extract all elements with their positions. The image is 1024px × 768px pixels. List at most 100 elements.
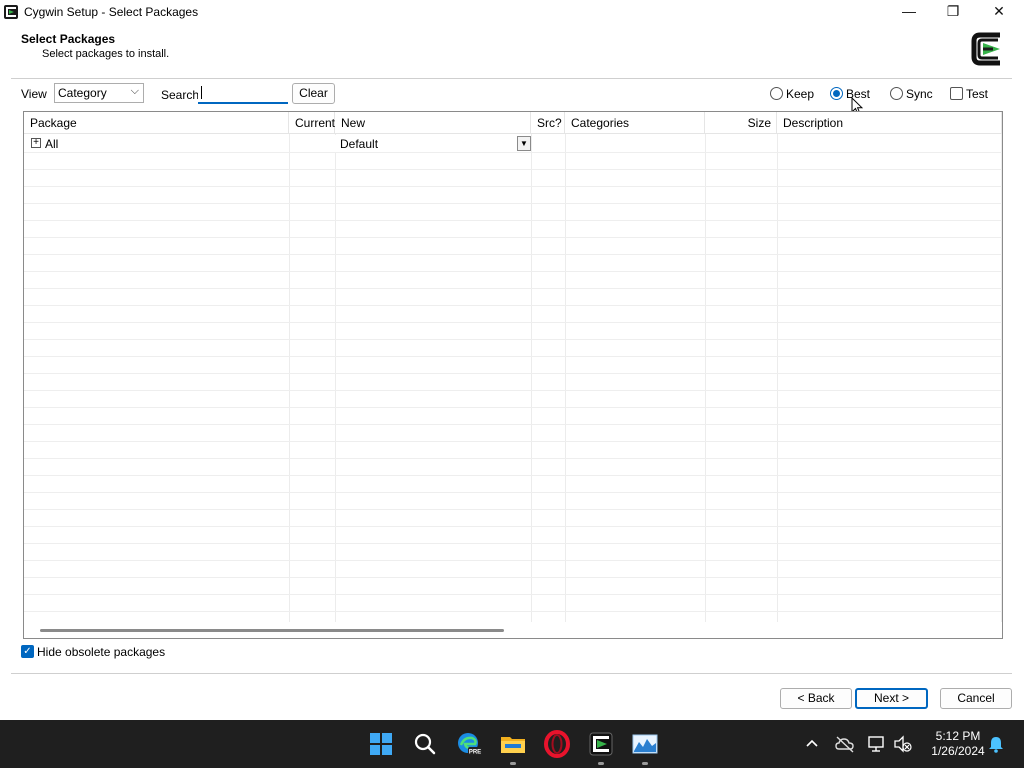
view-label: View (21, 87, 47, 101)
row-divider (24, 441, 1002, 442)
test-checkbox-label: Test (966, 87, 989, 101)
best-radio-circle[interactable] (830, 87, 843, 100)
notification-bell-icon[interactable] (987, 735, 1005, 753)
table-header: Package Current New Src? Categories Size… (24, 112, 1002, 134)
file-explorer-icon[interactable] (499, 730, 527, 758)
taskbar: PRE 5:12 PM 1/26/2024 (0, 720, 1024, 768)
edge-preview-icon[interactable]: PRE (455, 730, 483, 758)
row-divider (24, 594, 1002, 595)
search-label: Search (161, 88, 200, 102)
test-checkbox-box[interactable] (950, 87, 963, 100)
restore-icon: ❐ (946, 3, 960, 19)
running-indicator (598, 762, 604, 765)
row-divider (24, 356, 1002, 357)
next-button[interactable]: Next > (855, 688, 928, 709)
horizontal-scrollbar[interactable] (40, 629, 504, 632)
image-viewer-icon[interactable] (631, 730, 659, 758)
column-divider (777, 134, 778, 622)
view-select[interactable]: Category ⌵ (54, 83, 144, 103)
column-divider (531, 134, 532, 622)
row-divider (24, 373, 1002, 374)
close-icon: ✕ (993, 3, 1005, 19)
header-divider (11, 78, 1012, 79)
page-subtitle: Select packages to install. (42, 48, 170, 60)
row-divider (24, 492, 1002, 493)
sync-radio-label: Sync (906, 87, 933, 101)
minimize-icon: — (902, 3, 916, 19)
volume-muted-icon[interactable] (893, 735, 913, 753)
column-header-package[interactable]: Package (24, 112, 289, 134)
dropdown-arrow-icon[interactable]: ▼ (517, 136, 531, 151)
chevron-down-icon: ⌵ (130, 85, 139, 97)
expand-icon[interactable]: + (31, 138, 41, 148)
row-divider (24, 424, 1002, 425)
cygwin-setup-window: Cygwin Setup - Select Packages — ❐ ✕ Sel… (0, 0, 1024, 720)
minimize-button[interactable]: — (886, 0, 932, 24)
keep-radio-label: Keep (786, 87, 815, 101)
network-icon[interactable] (867, 735, 887, 753)
row-divider (24, 526, 1002, 527)
row-divider (24, 475, 1002, 476)
cygwin-app-icon (4, 5, 18, 19)
keep-radio-circle[interactable] (770, 87, 783, 100)
window-title: Cygwin Setup - Select Packages (24, 5, 199, 19)
column-divider (335, 134, 336, 622)
row-divider (24, 254, 1002, 255)
column-divider (289, 134, 290, 622)
row-divider (24, 509, 1002, 510)
chevron-up-icon[interactable] (805, 737, 819, 751)
packages-table[interactable]: Package Current New Src? Categories Size… (23, 111, 1003, 639)
onedrive-offline-icon[interactable] (835, 735, 855, 753)
row-divider (24, 288, 1002, 289)
search-input[interactable] (198, 83, 288, 104)
view-select-value: Category (58, 86, 107, 100)
new-version-select[interactable]: Default ▼ (335, 135, 531, 152)
row-divider (24, 322, 1002, 323)
cancel-button[interactable]: Cancel (940, 688, 1012, 709)
back-button[interactable]: < Back (780, 688, 852, 709)
row-divider (24, 305, 1002, 306)
column-divider (1001, 134, 1002, 622)
row-divider (24, 458, 1002, 459)
row-divider (24, 203, 1002, 204)
package-name: All (45, 137, 59, 151)
row-divider (24, 271, 1002, 272)
column-header-current[interactable]: Current (289, 112, 335, 134)
column-divider (705, 134, 706, 622)
table-row[interactable]: + All Default ▼ (24, 135, 1002, 152)
row-divider (24, 169, 1002, 170)
clear-button[interactable]: Clear (292, 83, 335, 104)
opera-icon[interactable] (543, 730, 571, 758)
column-header-categories[interactable]: Categories (565, 112, 705, 134)
row-divider (24, 339, 1002, 340)
row-divider (24, 390, 1002, 391)
title-bar[interactable]: Cygwin Setup - Select Packages — ❐ ✕ (0, 0, 1024, 24)
running-indicator (510, 762, 516, 765)
page-title: Select Packages (21, 32, 116, 46)
cygwin-logo-icon (971, 32, 1000, 66)
row-divider (24, 407, 1002, 408)
column-header-src[interactable]: Src? (531, 112, 565, 134)
row-divider (24, 186, 1002, 187)
column-header-description[interactable]: Description (777, 112, 1002, 134)
sync-radio-circle[interactable] (890, 87, 903, 100)
column-header-new[interactable]: New (335, 112, 531, 134)
row-divider (24, 611, 1002, 612)
restore-button[interactable]: ❐ (930, 0, 976, 24)
column-divider (565, 134, 566, 622)
windows-start-icon[interactable] (367, 730, 395, 758)
row-divider (24, 237, 1002, 238)
footer-divider (11, 673, 1012, 674)
new-version-value: Default (340, 137, 379, 151)
close-window-button[interactable]: ✕ (976, 0, 1022, 24)
row-divider (24, 220, 1002, 221)
column-header-size[interactable]: Size (705, 112, 777, 134)
search-icon[interactable] (411, 730, 439, 758)
row-divider (24, 577, 1002, 578)
cygwin-setup-icon[interactable] (587, 730, 615, 758)
checkmark-icon[interactable]: ✓ (21, 645, 34, 658)
row-divider (24, 152, 1002, 153)
clock[interactable]: 5:12 PM 1/26/2024 (918, 729, 998, 759)
running-indicator (642, 762, 648, 765)
row-divider (24, 560, 1002, 561)
